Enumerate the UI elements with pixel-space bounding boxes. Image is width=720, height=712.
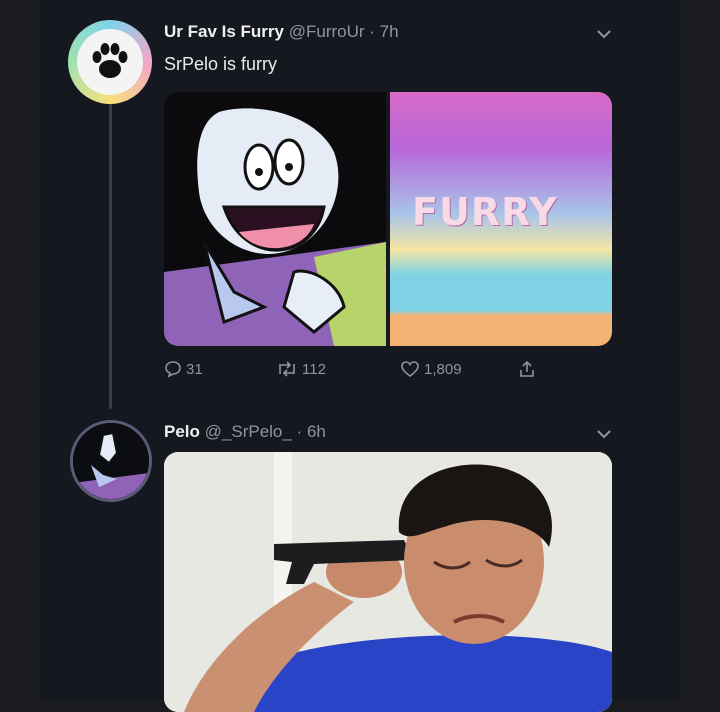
tweet-2-display-name[interactable]: Pelo: [164, 422, 200, 441]
tweet-2-header: Pelo @_SrPelo_ · 6h: [164, 422, 326, 442]
avatar-pelo[interactable]: [70, 420, 152, 502]
chevron-down-icon[interactable]: [596, 428, 612, 440]
tweet-1-text: SrPelo is furry: [164, 54, 278, 74]
retweet-icon: [276, 360, 298, 378]
like-button[interactable]: 1,809: [400, 360, 462, 378]
tweet-1-header: Ur Fav Is Furry @FurroUr · 7h: [164, 22, 399, 42]
tweet-1-display-name[interactable]: Ur Fav Is Furry: [164, 22, 284, 41]
paw-print-icon: [77, 29, 143, 95]
share-icon: [518, 360, 536, 378]
like-count: 1,809: [424, 360, 462, 378]
share-button[interactable]: [518, 360, 536, 378]
heart-icon: [400, 360, 420, 378]
reply-button[interactable]: 31: [164, 360, 203, 378]
retweet-button[interactable]: 112: [276, 360, 326, 378]
tweet-1-action-bar: 31 112 1,809: [164, 360, 584, 384]
retweet-count: 112: [302, 360, 326, 378]
reply-count: 31: [186, 360, 203, 378]
furry-image-text: FURRY: [412, 190, 558, 234]
tweet-1-media[interactable]: FURRY: [164, 92, 612, 346]
tweet-2-handle-time[interactable]: @_SrPelo_ · 6h: [205, 422, 326, 441]
avatar-ur-fav-is-furry[interactable]: [68, 20, 152, 104]
thread-connector-line: [109, 104, 112, 409]
tweet-2-photo[interactable]: [164, 452, 612, 712]
chevron-down-icon[interactable]: [596, 28, 612, 40]
comment-bubble-icon: [164, 360, 182, 378]
rainbow-furry-image[interactable]: FURRY: [390, 92, 612, 346]
tweet-1-handle-time[interactable]: @FurroUr · 7h: [289, 22, 399, 41]
cartoon-character-image[interactable]: [164, 92, 386, 346]
